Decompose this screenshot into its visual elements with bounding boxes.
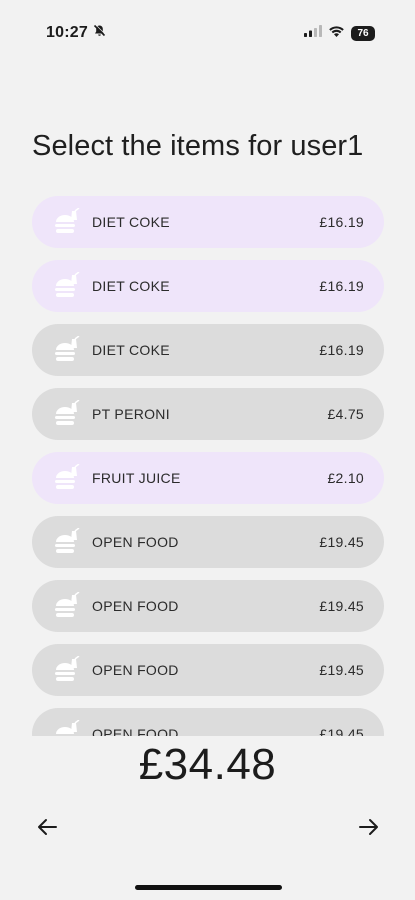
item-price: £19.45 bbox=[319, 726, 364, 736]
item-name: DIET COKE bbox=[92, 342, 170, 358]
bell-muted-icon bbox=[93, 24, 106, 42]
wifi-icon bbox=[328, 24, 345, 42]
item-price: £16.19 bbox=[319, 278, 364, 294]
items-list[interactable]: DIET COKE £16.19 DIET COKE £16.19 DIET COKE £… bbox=[0, 196, 415, 736]
food-icon bbox=[52, 591, 82, 621]
battery-indicator: 76 bbox=[351, 25, 375, 41]
item-name: DIET COKE bbox=[92, 278, 170, 294]
food-icon bbox=[52, 655, 82, 685]
item-name: DIET COKE bbox=[92, 214, 170, 230]
item-price: £16.19 bbox=[319, 214, 364, 230]
list-item[interactable]: PT PERONI £4.75 bbox=[32, 388, 384, 440]
item-name: OPEN FOOD bbox=[92, 598, 179, 614]
list-item[interactable]: FRUIT JUICE £2.10 bbox=[32, 452, 384, 504]
status-time: 10:27 bbox=[46, 24, 106, 42]
item-price: £4.75 bbox=[327, 406, 364, 422]
list-item[interactable]: OPEN FOOD £19.45 bbox=[32, 580, 384, 632]
status-bar: 10:27 76 bbox=[0, 0, 415, 60]
item-price: £19.45 bbox=[319, 662, 364, 678]
page-title: Select the items for user1 bbox=[32, 130, 364, 162]
list-item[interactable]: OPEN FOOD £19.45 bbox=[32, 644, 384, 696]
food-icon bbox=[52, 719, 82, 736]
total-amount: £34.48 bbox=[138, 740, 277, 789]
list-item[interactable]: OPEN FOOD £19.45 bbox=[32, 708, 384, 736]
item-price: £2.10 bbox=[327, 470, 364, 486]
list-item[interactable]: DIET COKE £16.19 bbox=[32, 196, 384, 248]
food-icon bbox=[52, 463, 82, 493]
time-text: 10:27 bbox=[46, 24, 88, 41]
next-button[interactable] bbox=[354, 814, 384, 844]
arrow-right-icon bbox=[357, 815, 381, 844]
item-price: £19.45 bbox=[319, 598, 364, 614]
food-icon bbox=[52, 207, 82, 237]
item-name: OPEN FOOD bbox=[92, 534, 179, 550]
item-name: OPEN FOOD bbox=[92, 662, 179, 678]
food-icon bbox=[52, 335, 82, 365]
arrow-left-icon bbox=[35, 815, 59, 844]
signal-icon bbox=[304, 24, 322, 42]
item-name: FRUIT JUICE bbox=[92, 470, 181, 486]
back-button[interactable] bbox=[32, 814, 62, 844]
item-price: £19.45 bbox=[319, 534, 364, 550]
list-item[interactable]: OPEN FOOD £19.45 bbox=[32, 516, 384, 568]
item-name: OPEN FOOD bbox=[92, 726, 179, 736]
list-item[interactable]: DIET COKE £16.19 bbox=[32, 260, 384, 312]
status-icons: 76 bbox=[304, 24, 375, 42]
list-item[interactable]: DIET COKE £16.19 bbox=[32, 324, 384, 376]
item-price: £16.19 bbox=[319, 342, 364, 358]
food-icon bbox=[52, 271, 82, 301]
item-name: PT PERONI bbox=[92, 406, 170, 422]
home-indicator bbox=[135, 885, 282, 890]
food-icon bbox=[52, 399, 82, 429]
food-icon bbox=[52, 527, 82, 557]
